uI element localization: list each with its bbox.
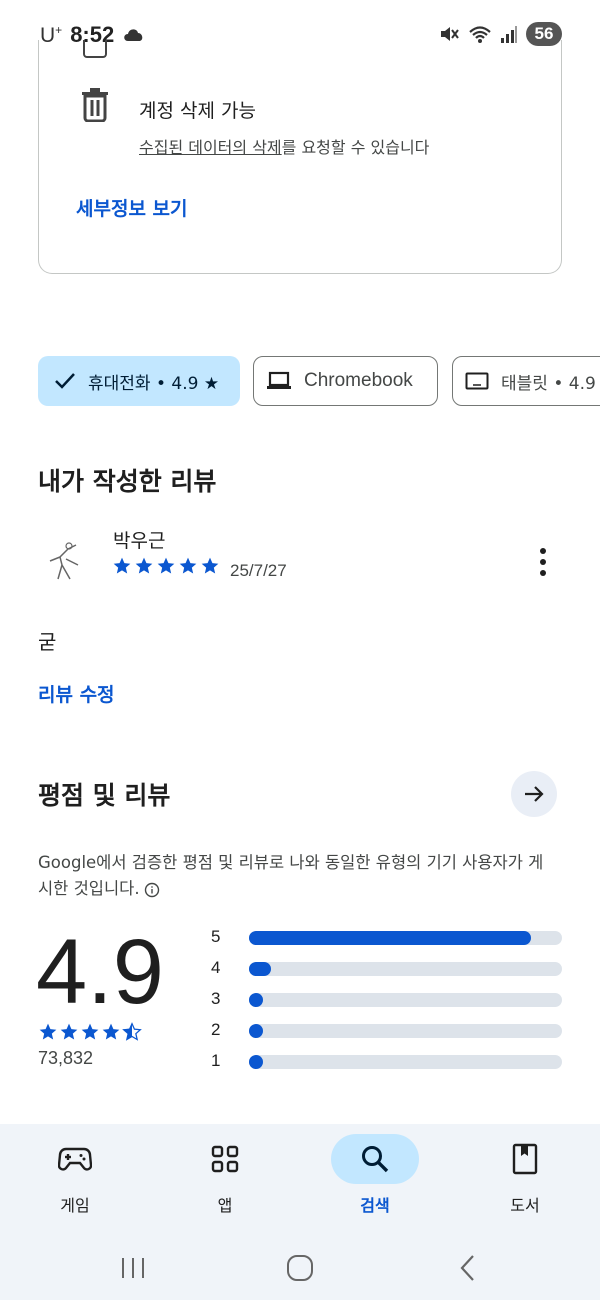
chip-tablet-label: 태블릿 • 4.9 ★ <box>501 373 600 394</box>
star-icon <box>157 557 175 574</box>
recents-button[interactable] <box>103 1248 163 1288</box>
rating-bar-row: 5 <box>208 927 562 948</box>
search-icon <box>362 1146 389 1173</box>
book-icon <box>512 1143 538 1175</box>
review-star-rating <box>112 556 220 576</box>
ratings-reviews-heading: 평점 및 리뷰 <box>38 781 171 810</box>
reviewer-name: 박우근 <box>113 530 166 552</box>
chip-chromebook-label: Chromebook <box>304 370 413 391</box>
ratings-arrow-button[interactable] <box>511 771 557 817</box>
tablet-icon <box>465 372 489 390</box>
rating-bar-label: 4 <box>211 958 221 977</box>
recents-icon <box>122 1258 144 1278</box>
avatar[interactable] <box>38 535 92 589</box>
half-star-icon <box>122 1022 142 1041</box>
rating-bar-label: 1 <box>211 1051 221 1070</box>
delete-data-link[interactable]: 수집된 데이터의 삭제 <box>139 138 282 157</box>
home-button[interactable] <box>270 1248 330 1288</box>
rating-bar-fill <box>249 1055 263 1069</box>
laptop-icon <box>266 371 292 391</box>
back-icon <box>460 1255 474 1281</box>
rating-bar-fill <box>249 962 271 976</box>
ratings-description: Google에서 검증한 평점 및 리뷰로 나와 동일한 유형의 기기 사용자가… <box>38 853 544 898</box>
nav-search[interactable]: 검색 <box>300 1124 450 1236</box>
nav-games-pill <box>31 1134 119 1184</box>
average-rating-score: 4.9 <box>36 921 164 1023</box>
chip-phone[interactable]: 휴대전화 • 4.9 ★ <box>38 356 240 406</box>
rating-bar-row: 2 <box>208 1020 562 1041</box>
rating-bar-label: 2 <box>211 1020 221 1039</box>
my-review-heading: 내가 작성한 리뷰 <box>38 467 217 496</box>
star-icon <box>113 557 131 574</box>
delete-account-subtitle: 수집된 데이터의 삭제를 요청할 수 있습니다 <box>139 138 430 157</box>
review-date: 25/7/27 <box>230 561 287 580</box>
rating-bar-row: 4 <box>208 958 562 979</box>
nav-books-pill <box>481 1134 569 1184</box>
system-navigation-bar <box>0 1236 600 1300</box>
nav-books[interactable]: 도서 <box>450 1124 600 1236</box>
back-button[interactable] <box>438 1248 498 1288</box>
chip-phone-label: 휴대전화 • 4.9 ★ <box>88 373 220 394</box>
star-icon <box>60 1023 78 1040</box>
rating-bar-label: 5 <box>211 927 221 946</box>
rating-bar-track <box>249 1055 562 1069</box>
data-safety-card: 계정 삭제 가능 수집된 데이터의 삭제를 요청할 수 있습니다 세부정보 보기 <box>38 40 562 274</box>
rating-bar-track <box>249 962 562 976</box>
rating-bar-label: 3 <box>211 989 221 1008</box>
average-star-rating <box>38 1022 142 1042</box>
gamepad-icon <box>58 1147 92 1171</box>
rating-bar-fill <box>249 931 531 945</box>
star-icon <box>102 1023 120 1040</box>
edit-review-link[interactable]: 리뷰 수정 <box>38 680 115 707</box>
chip-chromebook[interactable]: Chromebook <box>253 356 438 406</box>
star-icon <box>39 1023 57 1040</box>
star-icon <box>135 557 153 574</box>
nav-apps-label: 앱 <box>217 1196 233 1215</box>
rating-bar-fill <box>249 1024 263 1038</box>
rating-bar-track <box>249 1024 562 1038</box>
nav-search-pill <box>331 1134 419 1184</box>
star-icon <box>81 1023 99 1040</box>
see-details-link[interactable]: 세부정보 보기 <box>76 194 188 221</box>
rating-bar-row: 3 <box>208 989 562 1010</box>
home-icon <box>287 1255 313 1281</box>
review-count: 73,832 <box>38 1048 94 1068</box>
trash-icon <box>82 88 108 122</box>
rating-bar-row: 1 <box>208 1051 562 1072</box>
review-text: 굳 <box>38 630 57 654</box>
delete-account-title: 계정 삭제 가능 <box>139 100 256 122</box>
check-icon <box>54 372 76 390</box>
nav-games-label: 게임 <box>60 1196 90 1215</box>
arrow-forward-icon <box>525 786 544 802</box>
device-icon <box>83 40 107 58</box>
more-vert-icon[interactable] <box>530 546 556 578</box>
device-filter-chips: 휴대전화 • 4.9 ★ Chromebook 태블릿 • 4.9 ★ <box>38 356 600 406</box>
nav-apps[interactable]: 앱 <box>150 1124 300 1236</box>
nav-games[interactable]: 게임 <box>0 1124 150 1236</box>
star-icon <box>179 557 197 574</box>
nav-search-label: 검색 <box>360 1196 390 1215</box>
nav-apps-pill <box>181 1134 269 1184</box>
rating-bar-fill <box>249 993 263 1007</box>
rating-bar-track <box>249 931 562 945</box>
info-icon[interactable] <box>144 882 160 898</box>
bottom-navigation: 게임 앱 검색 도서 <box>0 1124 600 1236</box>
rating-bar-track <box>249 993 562 1007</box>
star-icon <box>201 557 219 574</box>
apps-grid-icon <box>211 1145 239 1173</box>
chip-tablet[interactable]: 태블릿 • 4.9 ★ <box>452 356 600 406</box>
nav-books-label: 도서 <box>510 1196 540 1215</box>
